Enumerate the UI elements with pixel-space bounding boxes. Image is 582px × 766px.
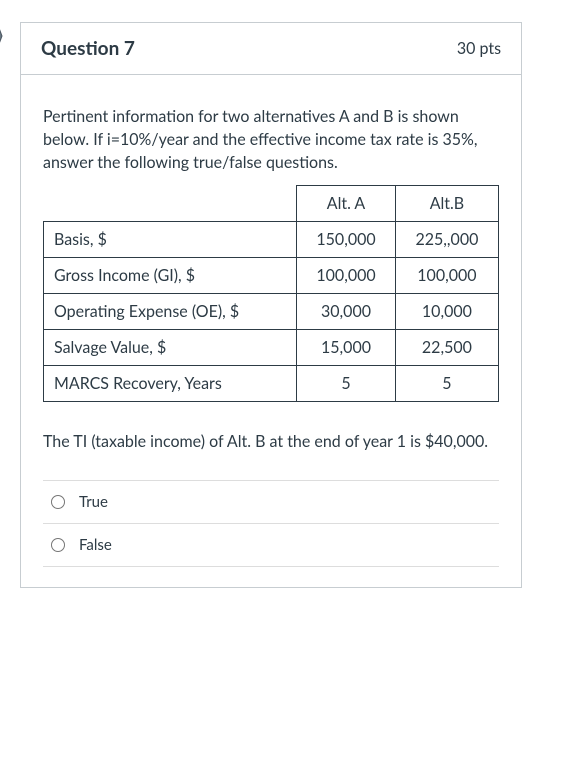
answer-label: True [79, 493, 108, 511]
table-header-empty [44, 185, 297, 221]
table-header-alt-a: Alt. A [297, 185, 396, 221]
row-label: Operating Expense (OE), $ [44, 293, 297, 329]
row-val-a: 15,000 [297, 329, 396, 365]
row-val-a: 5 [297, 365, 396, 401]
table-row: Basis, $ 150,000 225,,000 [44, 221, 499, 257]
row-val-b: 5 [395, 365, 498, 401]
table-row: Operating Expense (OE), $ 30,000 10,000 [44, 293, 499, 329]
row-label: Salvage Value, $ [44, 329, 297, 365]
question-header: Question 7 30 pts [21, 23, 521, 75]
row-val-b: 100,000 [395, 257, 498, 293]
question-intro-text: Pertinent information for two alternativ… [43, 105, 499, 175]
question-body: Pertinent information for two alternativ… [21, 75, 521, 587]
row-val-b: 225,,000 [395, 221, 498, 257]
table-header-alt-b: Alt.B [395, 185, 498, 221]
row-val-b: 22,500 [395, 329, 498, 365]
row-label: Gross Income (GI), $ [44, 257, 297, 293]
question-points: 30 pts [457, 39, 501, 58]
answer-list: True False [43, 480, 499, 567]
table-row: Salvage Value, $ 15,000 22,500 [44, 329, 499, 365]
row-label: Basis, $ [44, 221, 297, 257]
answer-option-true[interactable]: True [43, 481, 499, 524]
table-row: Gross Income (GI), $ 100,000 100,000 [44, 257, 499, 293]
row-val-a: 150,000 [297, 221, 396, 257]
row-val-a: 100,000 [297, 257, 396, 293]
radio-true[interactable] [51, 495, 65, 509]
question-title: Question 7 [41, 37, 135, 60]
data-table: Alt. A Alt.B Basis, $ 150,000 225,,000 G… [43, 185, 499, 402]
row-val-b: 10,000 [395, 293, 498, 329]
radio-false[interactable] [51, 538, 65, 552]
row-val-a: 30,000 [297, 293, 396, 329]
answer-option-false[interactable]: False [43, 524, 499, 567]
row-label: MARCS Recovery, Years [44, 365, 297, 401]
question-card: Question 7 30 pts Pertinent information … [20, 22, 522, 588]
answer-label: False [79, 536, 112, 554]
table-row: MARCS Recovery, Years 5 5 [44, 365, 499, 401]
question-statement: The TI (taxable income) of Alt. B at the… [43, 430, 499, 454]
